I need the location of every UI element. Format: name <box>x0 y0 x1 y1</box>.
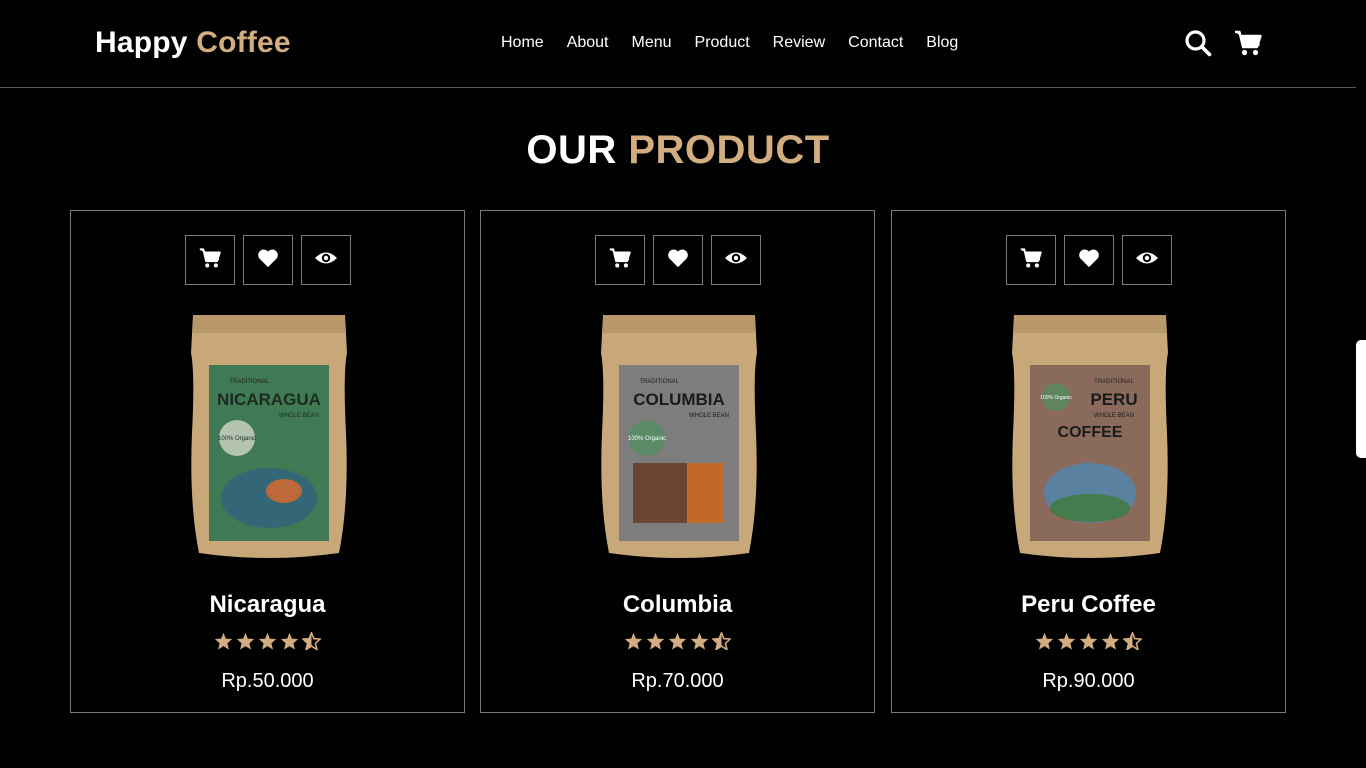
star-icon <box>668 632 687 655</box>
cart-icon[interactable] <box>1234 29 1262 57</box>
nav-review[interactable]: Review <box>773 34 825 52</box>
page-scrollbar[interactable] <box>1356 340 1366 458</box>
product-price: Rp.90.000 <box>1042 670 1135 692</box>
wishlist-button[interactable] <box>242 235 293 285</box>
star-icon <box>214 632 233 655</box>
star-icon <box>280 632 299 655</box>
half-star-icon <box>301 630 322 655</box>
bag-top-text: TRADITIONAL <box>229 379 269 385</box>
bag-label: COLUMBIA <box>633 390 725 409</box>
star-icon <box>1079 632 1098 655</box>
eye-icon <box>314 249 338 272</box>
product-price: Rp.50.000 <box>221 670 314 692</box>
eye-icon <box>1135 249 1159 272</box>
half-star-icon <box>711 630 732 655</box>
bag-sub-text: WHOLE BEAN <box>689 413 729 419</box>
quick-view-button[interactable] <box>710 235 761 285</box>
nav-blog[interactable]: Blog <box>926 34 958 52</box>
nav-contact[interactable]: Contact <box>848 34 903 52</box>
star-icon <box>624 632 643 655</box>
card-actions <box>892 235 1285 285</box>
bag-sub-text: WHOLE BEAN <box>1094 413 1134 419</box>
logo-word-2: Coffee <box>196 26 291 59</box>
logo[interactable]: Happy Coffee <box>95 26 291 60</box>
product-image: TRADITIONAL NICARAGUA WHOLE BEAN 100% Or… <box>189 313 349 563</box>
bag-badge: 100% Organic <box>1040 395 1072 401</box>
nav-product[interactable]: Product <box>695 34 750 52</box>
site-header: Happy Coffee Home About Menu Product Rev… <box>0 0 1356 88</box>
add-to-cart-button[interactable] <box>594 235 645 285</box>
star-icon <box>1035 632 1054 655</box>
heart-icon <box>1078 248 1100 273</box>
heart-icon <box>257 248 279 273</box>
heart-icon <box>667 248 689 273</box>
wishlist-button[interactable] <box>652 235 703 285</box>
product-rating <box>71 630 464 655</box>
quick-view-button[interactable] <box>1121 235 1172 285</box>
main-nav: Home About Menu Product Review Contact B… <box>501 34 981 52</box>
product-rating <box>892 630 1285 655</box>
star-icon <box>646 632 665 655</box>
product-card: TRADITIONAL NICARAGUA WHOLE BEAN 100% Or… <box>70 210 465 713</box>
quick-view-button[interactable] <box>300 235 351 285</box>
star-icon <box>1057 632 1076 655</box>
card-actions <box>481 235 874 285</box>
product-name[interactable]: Nicaragua <box>71 591 464 619</box>
bag-badge: 100% Organic <box>218 436 256 442</box>
bag-sub-text: WHOLE BEAN <box>279 413 319 419</box>
cart-icon <box>609 247 631 274</box>
star-icon <box>690 632 709 655</box>
star-icon <box>258 632 277 655</box>
nav-about[interactable]: About <box>567 34 609 52</box>
product-image: TRADITIONAL PERU WHOLE BEAN COFFEE 100% … <box>1010 313 1170 563</box>
header-icons <box>1184 29 1262 57</box>
add-to-cart-button[interactable] <box>184 235 235 285</box>
product-card: TRADITIONAL PERU WHOLE BEAN COFFEE 100% … <box>891 210 1286 713</box>
star-icon <box>1101 632 1120 655</box>
bag-label: NICARAGUA <box>217 390 321 409</box>
section-title: OUR PRODUCT <box>0 128 1356 173</box>
card-actions <box>71 235 464 285</box>
product-rating <box>481 630 874 655</box>
bag-badge: 100% Organic <box>628 436 666 442</box>
product-name[interactable]: Peru Coffee <box>892 591 1285 619</box>
nav-home[interactable]: Home <box>501 34 544 52</box>
product-price: Rp.70.000 <box>631 670 724 692</box>
logo-word-1: Happy <box>95 26 188 59</box>
cart-icon <box>199 247 221 274</box>
search-icon[interactable] <box>1184 29 1212 57</box>
wishlist-button[interactable] <box>1063 235 1114 285</box>
add-to-cart-button[interactable] <box>1005 235 1056 285</box>
bag-label: PERU <box>1090 390 1137 409</box>
eye-icon <box>724 249 748 272</box>
product-card: TRADITIONAL COLUMBIA WHOLE BEAN 100% Org… <box>480 210 875 713</box>
star-icon <box>236 632 255 655</box>
product-name[interactable]: Columbia <box>481 591 874 619</box>
title-word-1: OUR <box>526 128 617 172</box>
title-word-2: PRODUCT <box>628 128 830 172</box>
nav-menu[interactable]: Menu <box>632 34 672 52</box>
bag-top-text: TRADITIONAL <box>1094 379 1134 385</box>
bag-extra-text: COFFEE <box>1058 424 1123 441</box>
half-star-icon <box>1122 630 1143 655</box>
product-image: TRADITIONAL COLUMBIA WHOLE BEAN 100% Org… <box>599 313 759 563</box>
cart-icon <box>1020 247 1042 274</box>
bag-top-text: TRADITIONAL <box>639 379 679 385</box>
